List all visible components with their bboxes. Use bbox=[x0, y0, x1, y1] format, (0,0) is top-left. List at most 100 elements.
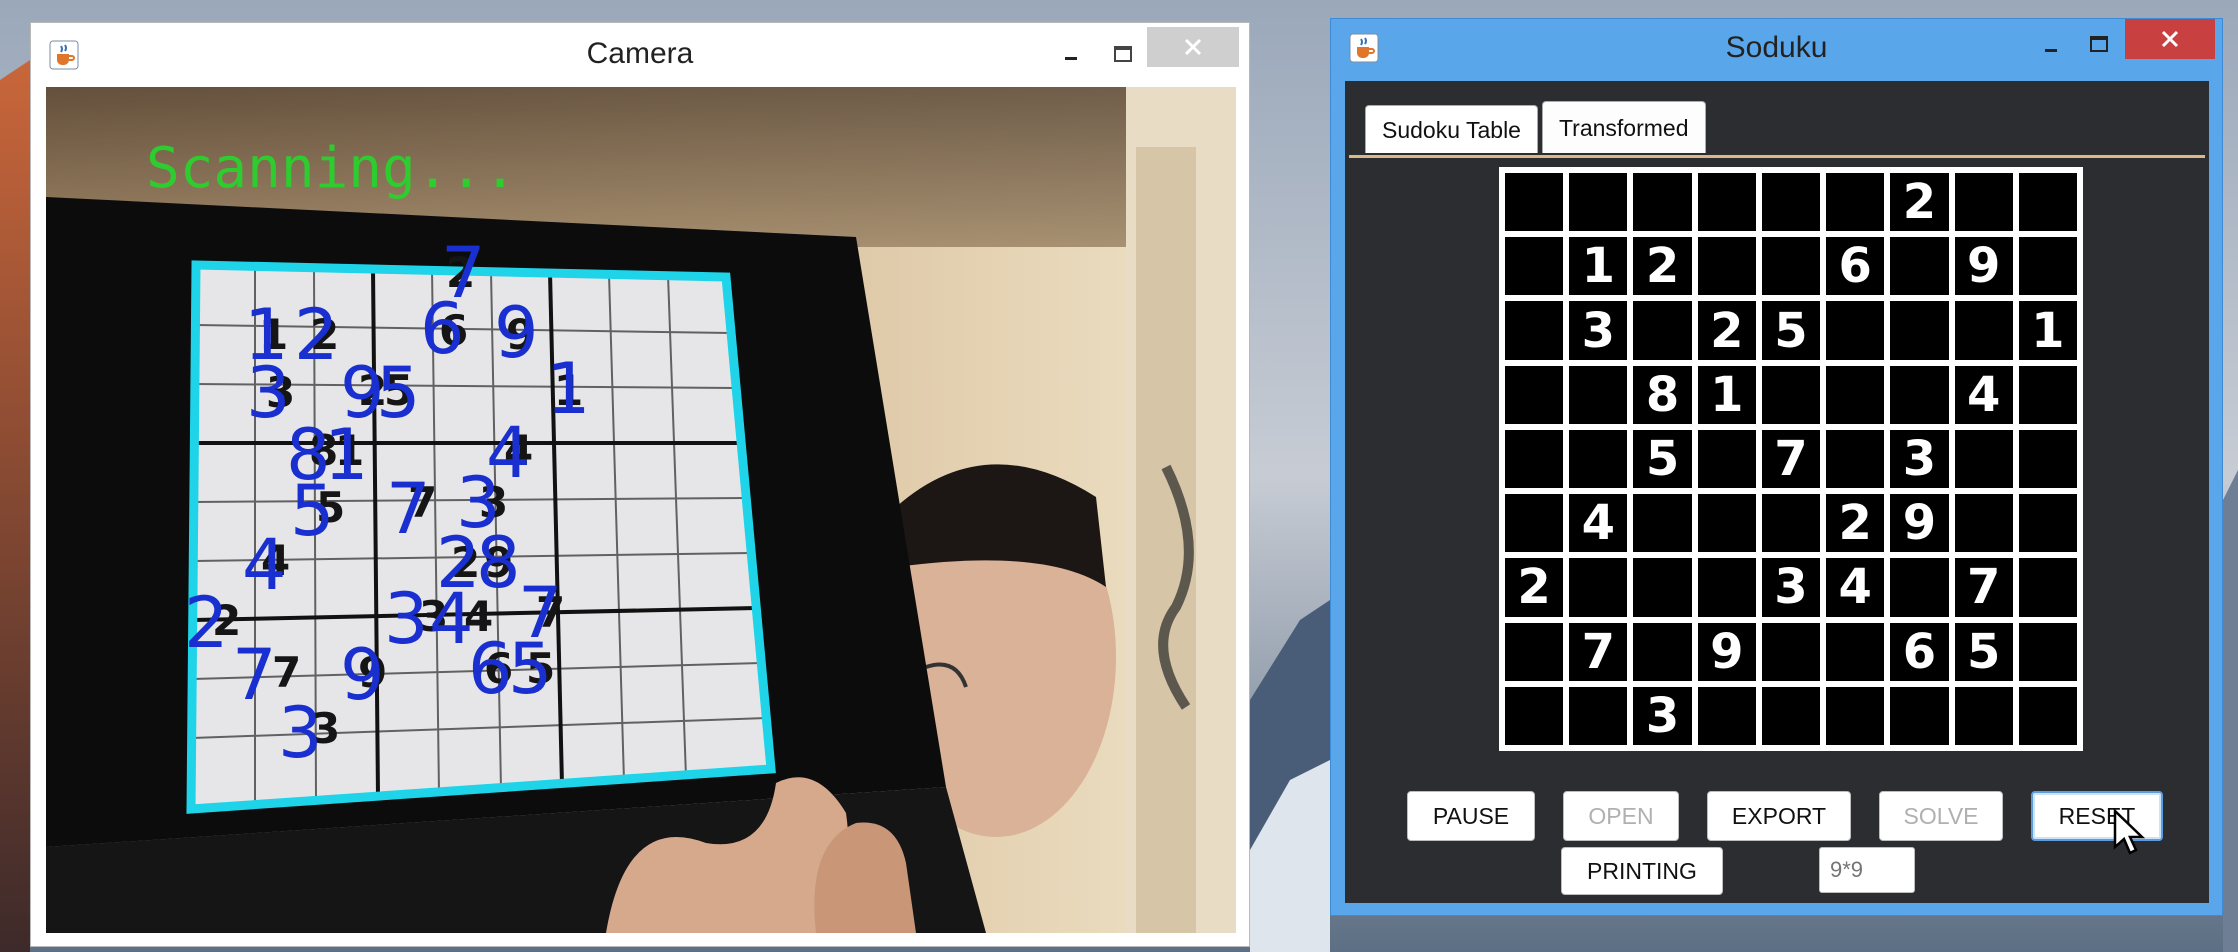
sudoku-cell bbox=[1890, 237, 1949, 296]
tab-sudoku-table[interactable]: Sudoku Table bbox=[1365, 105, 1538, 153]
recognized-digit: 8 bbox=[476, 522, 521, 604]
close-icon[interactable] bbox=[1147, 27, 1239, 67]
sudoku-cell bbox=[1569, 429, 1628, 489]
recognized-digit: 5 bbox=[290, 470, 335, 552]
close-icon[interactable] bbox=[2125, 19, 2215, 59]
soduku-client-area: Sudoku Table Transformed 212693251814573… bbox=[1345, 81, 2209, 903]
sudoku-cell bbox=[1826, 429, 1885, 489]
sudoku-cell: 6 bbox=[1890, 622, 1949, 681]
sudoku-cell: 4 bbox=[1954, 365, 2013, 424]
tab-transformed[interactable]: Transformed bbox=[1541, 101, 1706, 153]
sudoku-cell bbox=[1697, 429, 1756, 489]
sudoku-cell bbox=[1761, 173, 1821, 232]
mouse-cursor-icon bbox=[2113, 809, 2146, 855]
recognized-digit: 3 bbox=[384, 578, 429, 660]
sudoku-cell bbox=[1505, 237, 1564, 296]
sudoku-cell bbox=[1633, 622, 1692, 681]
sudoku-cell bbox=[1954, 429, 2013, 489]
sudoku-cell: 9 bbox=[1890, 494, 1949, 553]
recognized-digit: 3 bbox=[278, 692, 323, 774]
sudoku-cell: 2 bbox=[1633, 237, 1692, 296]
sudoku-cell bbox=[2018, 429, 2077, 489]
sudoku-cell: 2 bbox=[1890, 173, 1949, 232]
sudoku-cell: 4 bbox=[1826, 558, 1885, 617]
sudoku-cell bbox=[2018, 558, 2077, 617]
camera-window: Camera 2 1 2 6 9 3 2 5 1 8 1 4 5 7 3 4 2… bbox=[30, 22, 1250, 947]
recognized-digit: 2 bbox=[294, 294, 339, 376]
pause-button[interactable]: PAUSE bbox=[1407, 791, 1535, 841]
sudoku-cell: 1 bbox=[1569, 237, 1628, 296]
recognized-digit: 6 bbox=[468, 628, 513, 710]
sudoku-cell bbox=[1761, 686, 1821, 745]
sudoku-cell bbox=[1505, 301, 1564, 360]
recognized-digit: 5 bbox=[376, 352, 421, 434]
soduku-titlebar[interactable]: Soduku bbox=[1331, 19, 2222, 79]
sudoku-cell: 7 bbox=[1954, 558, 2013, 617]
sudoku-cell bbox=[1697, 237, 1756, 296]
sudoku-cell bbox=[1826, 365, 1885, 424]
sudoku-cell bbox=[1697, 494, 1756, 553]
grid-size-input[interactable] bbox=[1819, 847, 1915, 893]
sudoku-cell bbox=[1633, 173, 1692, 232]
transformed-sudoku-grid: 212693251814573429234779653 bbox=[1499, 167, 2083, 751]
sudoku-cell bbox=[2018, 686, 2077, 745]
recognized-digit: 9 bbox=[494, 292, 539, 374]
solve-button[interactable]: SOLVE bbox=[1879, 791, 2003, 841]
sudoku-cell bbox=[1954, 173, 2013, 232]
sudoku-cell bbox=[1954, 686, 2013, 745]
tab-underline bbox=[1349, 155, 2205, 158]
sudoku-cell: 7 bbox=[1569, 622, 1628, 681]
printing-button[interactable]: PRINTING bbox=[1561, 847, 1723, 895]
recognized-digit: 9 bbox=[340, 634, 385, 716]
sudoku-cell: 5 bbox=[1954, 622, 2013, 681]
sudoku-cell: 7 bbox=[1761, 429, 1821, 489]
tab-bar: Sudoku Table Transformed bbox=[1365, 101, 1710, 157]
recognized-digit: 6 bbox=[420, 288, 465, 370]
sudoku-cell bbox=[1697, 558, 1756, 617]
sudoku-cell bbox=[2018, 173, 2077, 232]
sudoku-cell bbox=[1890, 558, 1949, 617]
sudoku-cell bbox=[1954, 301, 2013, 360]
sudoku-cell: 2 bbox=[1505, 558, 1564, 617]
sudoku-cell: 1 bbox=[2018, 301, 2077, 360]
recognized-digit: 7 bbox=[232, 634, 277, 716]
sudoku-cell bbox=[1505, 173, 1564, 232]
sudoku-cell bbox=[1826, 686, 1885, 745]
sudoku-cell bbox=[2018, 365, 2077, 424]
sudoku-cell bbox=[1505, 494, 1564, 553]
soduku-window: Soduku Sudoku Table Transformed 21269325… bbox=[1330, 18, 2223, 916]
maximize-icon[interactable] bbox=[2079, 29, 2119, 59]
sudoku-cell: 5 bbox=[1761, 301, 1821, 360]
sudoku-cell bbox=[1569, 365, 1628, 424]
sudoku-cell bbox=[1569, 686, 1628, 745]
sudoku-cell bbox=[1826, 301, 1885, 360]
minimize-icon[interactable] bbox=[2031, 31, 2071, 61]
sudoku-cell bbox=[1890, 301, 1949, 360]
sudoku-cell bbox=[1633, 558, 1692, 617]
recognized-digit: 7 bbox=[386, 468, 431, 550]
sudoku-cell: 5 bbox=[1633, 429, 1692, 489]
camera-feed: 21 2 6 93 25 181 45 7 34 2 92 3 4 77 9 6 53 71 2 6 93 95 181 4… bbox=[46, 87, 1236, 933]
open-button[interactable]: OPEN bbox=[1563, 791, 1679, 841]
recognized-digit: 1 bbox=[546, 348, 591, 430]
sudoku-cell: 9 bbox=[1954, 237, 2013, 296]
sudoku-cell: 2 bbox=[1697, 301, 1756, 360]
sudoku-cell bbox=[1505, 622, 1564, 681]
export-button[interactable]: EXPORT bbox=[1707, 791, 1851, 841]
minimize-icon[interactable] bbox=[1051, 39, 1091, 69]
sudoku-cell bbox=[1890, 365, 1949, 424]
sudoku-cell bbox=[1569, 558, 1628, 617]
maximize-icon[interactable] bbox=[1103, 39, 1143, 69]
camera-titlebar[interactable]: Camera bbox=[31, 23, 1249, 87]
sudoku-cell: 3 bbox=[1890, 429, 1949, 489]
sudoku-cell bbox=[1761, 622, 1821, 681]
sudoku-cell: 9 bbox=[1697, 622, 1756, 681]
sudoku-cell: 3 bbox=[1569, 301, 1628, 360]
sudoku-cell bbox=[1697, 173, 1756, 232]
sudoku-cell bbox=[1505, 429, 1564, 489]
sudoku-cell: 6 bbox=[1826, 237, 1885, 296]
sudoku-cell bbox=[1761, 237, 1821, 296]
recognized-digit: 4 bbox=[242, 524, 287, 606]
sudoku-cell bbox=[1761, 494, 1821, 553]
sudoku-cell bbox=[1505, 365, 1564, 424]
